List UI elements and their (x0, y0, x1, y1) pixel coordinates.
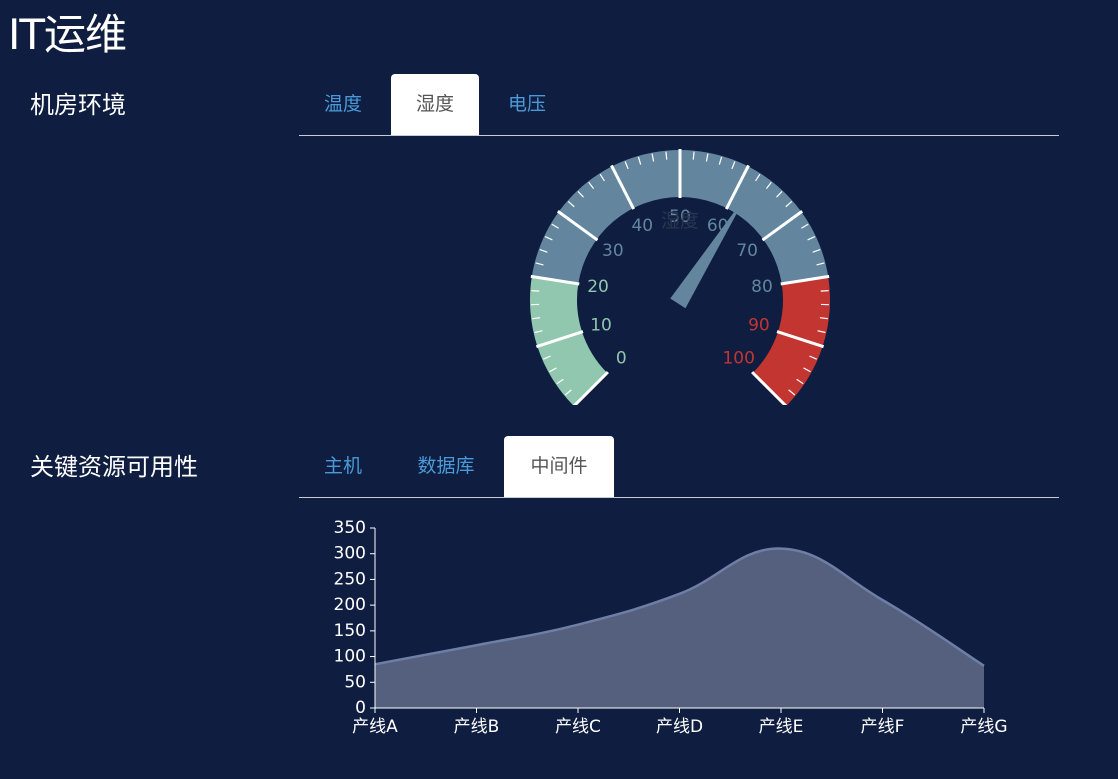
tab-voltage[interactable]: 电压 (487, 74, 567, 135)
gauge-tick-label: 100 (722, 349, 754, 369)
x-axis-tick-label: 产线E (759, 717, 804, 737)
gauge-tick-label: 90 (748, 316, 770, 336)
tab-middleware[interactable]: 中间件 (504, 436, 614, 497)
area-fill (375, 548, 984, 708)
environment-tab-bar: 温度 湿度 电压 (299, 74, 1059, 136)
gauge-tick-label: 30 (602, 241, 624, 261)
it-ops-dashboard: IT运维 机房环境 温度 湿度 电压 0 10 20 30 40 50 60 70 80 90 10… (0, 0, 1118, 779)
section-label-environment: 机房环境 (30, 91, 126, 119)
gauge-minor-tick (531, 290, 540, 292)
gauge-title: 湿度 (661, 210, 699, 232)
x-axis-tick-label: 产线D (656, 717, 703, 737)
x-axis-tick-label: 产线A (352, 717, 398, 737)
y-axis-tick-label: 200 (334, 595, 366, 615)
y-axis-tick-label: 50 (344, 672, 366, 692)
y-axis-tick-label: 300 (334, 544, 366, 564)
tab-database[interactable]: 数据库 (401, 436, 491, 497)
tab-temperature[interactable]: 温度 (303, 74, 383, 135)
gauge-tick-label: 0 (616, 349, 627, 369)
y-axis-tick-label: 150 (334, 621, 366, 641)
availability-tab-bar: 主机 数据库 中间件 (299, 436, 1059, 498)
gauge-tick-label: 70 (736, 241, 758, 261)
gauge-minor-tick (692, 151, 695, 160)
tab-host[interactable]: 主机 (303, 436, 383, 497)
gauge-tick-label: 10 (590, 316, 612, 336)
x-axis-tick-label: 产线F (861, 717, 905, 737)
x-axis-tick-label: 产线G (960, 717, 1007, 737)
y-axis-tick-label: 100 (334, 647, 366, 667)
page-title: IT运维 (8, 10, 127, 59)
gauge-tick-label: 40 (631, 216, 653, 236)
x-axis-tick-label: 产线B (454, 717, 500, 737)
y-axis-tick-label: 250 (334, 569, 366, 589)
y-axis-tick-label: 350 (334, 518, 366, 538)
y-axis-tick-label: 0 (355, 698, 366, 718)
gauge-tick-label: 80 (751, 277, 773, 297)
x-axis-tick-label: 产线C (555, 717, 601, 737)
section-label-availability: 关键资源可用性 (30, 453, 198, 481)
availability-area-chart: 0 50 100 150 200 250 300 350 产线A 产线B 产线C 产线D 产线E 产线F 产… (334, 518, 1008, 737)
gauge-minor-tick (665, 151, 668, 160)
humidity-gauge: 010203040 50 60708090100湿度 (530, 149, 830, 405)
gauge-tick-label: 20 (587, 277, 609, 297)
tab-humidity[interactable]: 湿度 (391, 74, 479, 135)
gauge-minor-tick (820, 290, 829, 292)
